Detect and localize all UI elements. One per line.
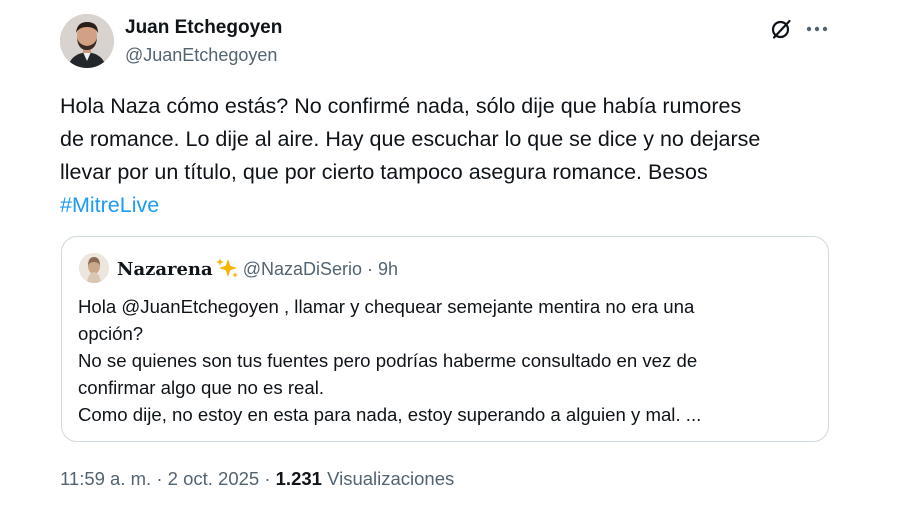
- author-handle[interactable]: @JuanEtchegoyen: [125, 45, 277, 66]
- author-avatar-image: [60, 14, 114, 68]
- separator-dot: ·: [367, 259, 374, 279]
- quoted-text-line: confirmar algo que no es real.: [78, 377, 324, 398]
- separator-dot: ·: [264, 468, 271, 489]
- quoted-tweet[interactable]: Nazarena @NazaDiSerio · 9h Hola @JuanEtc…: [61, 236, 829, 442]
- tweet: Juan Etchegoyen @JuanEtchegoyen Hola Naz…: [0, 0, 900, 505]
- tweet-text: Hola Naza cómo estás? No confirmé nada, …: [60, 90, 830, 222]
- quoted-author-handle[interactable]: @NazaDiSerio: [243, 259, 362, 279]
- quoted-header: Nazarena @NazaDiSerio · 9h: [117, 257, 398, 280]
- tweet-text-line: Hola Naza cómo estás? No confirmé nada, …: [60, 94, 742, 118]
- quoted-author-avatar[interactable]: [79, 253, 109, 283]
- quoted-text-line: Hola @JuanEtchegoyen , llamar y chequear…: [78, 296, 695, 317]
- quoted-text-line: No se quienes son tus fuentes pero podrí…: [78, 350, 698, 371]
- tweet-date[interactable]: 2 oct. 2025: [168, 468, 260, 489]
- tweet-text-line: llevar por un título, que por cierto tam…: [60, 160, 708, 184]
- quoted-text-line: opción?: [78, 323, 144, 344]
- grok-icon[interactable]: [770, 18, 792, 40]
- quoted-text: Hola @JuanEtchegoyen , llamar y chequear…: [78, 293, 818, 428]
- quoted-author-name[interactable]: Nazarena: [117, 259, 213, 280]
- tweet-time[interactable]: 11:59 a. m.: [60, 468, 151, 489]
- quoted-timestamp[interactable]: 9h: [378, 259, 398, 279]
- separator-dot: ·: [156, 468, 163, 489]
- more-icon[interactable]: [804, 18, 830, 40]
- author-avatar[interactable]: [60, 14, 114, 68]
- quoted-text-line: Como dije, no estoy en esta para nada, e…: [78, 404, 702, 425]
- sparkles-icon: [215, 258, 238, 278]
- quoted-avatar-image: [79, 253, 109, 283]
- author-name[interactable]: Juan Etchegoyen: [125, 17, 282, 39]
- tweet-text-line: de romance. Lo dije al aire. Hay que esc…: [60, 127, 761, 151]
- views-label[interactable]: Visualizaciones: [327, 468, 454, 489]
- views-count[interactable]: 1.231: [276, 468, 322, 489]
- tweet-meta: 11:59 a. m. · 2 oct. 2025 · 1.231 Visual…: [60, 468, 454, 490]
- hashtag-link[interactable]: #MitreLive: [60, 193, 159, 217]
